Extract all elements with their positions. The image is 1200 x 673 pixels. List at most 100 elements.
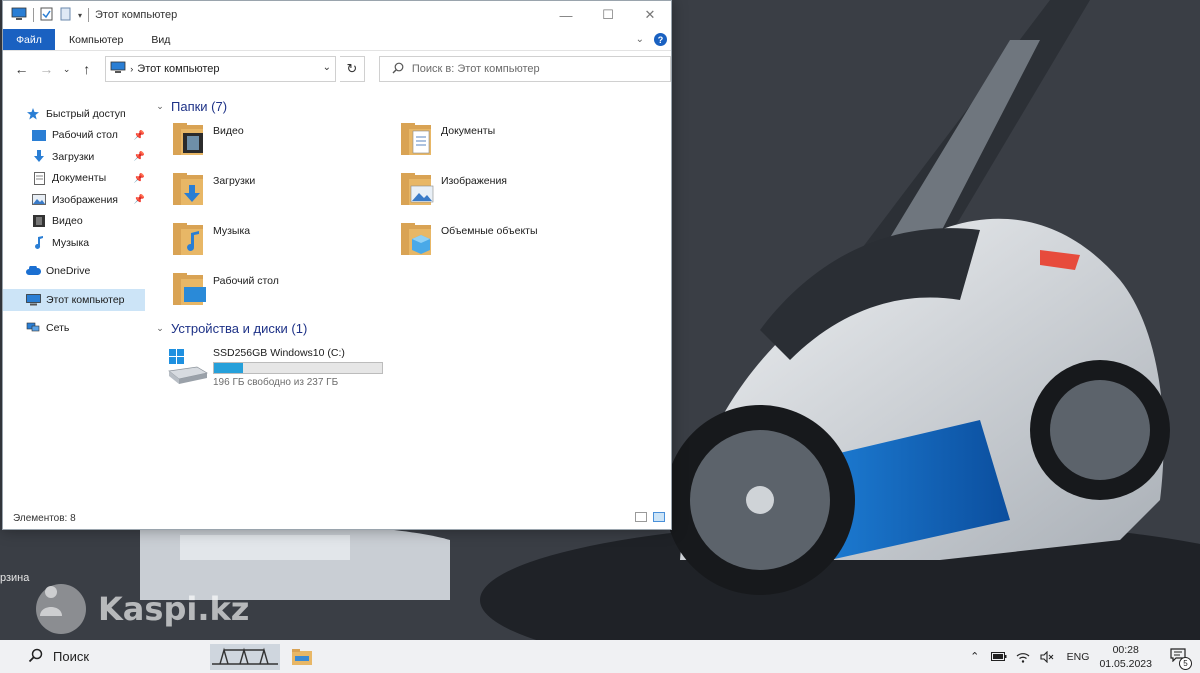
downloads-folder-icon — [173, 173, 203, 205]
folder-documents[interactable]: Документы — [399, 119, 627, 165]
minimize-button[interactable]: — — [545, 1, 587, 29]
folder-3d-objects[interactable]: Объемные объекты — [399, 219, 627, 265]
clock-date: 01.05.2023 — [1099, 657, 1152, 670]
watermark-logo-icon — [36, 584, 86, 634]
cloud-icon — [25, 264, 41, 278]
computer-icon[interactable] — [11, 7, 27, 24]
notification-count-badge: 5 — [1179, 657, 1192, 670]
tab-file[interactable]: Файл — [3, 29, 55, 50]
sidebar-item-pictures[interactable]: Изображения 📌 — [3, 189, 149, 211]
clock[interactable]: 00:28 01.05.2023 — [1099, 643, 1152, 671]
explorer-body: Быстрый доступ Рабочий стол 📌 Загрузки 📌 — [3, 87, 671, 507]
sidebar-item-label: Рабочий стол — [52, 129, 118, 142]
desktop-icon — [31, 128, 47, 142]
sidebar-item-label: Быстрый доступ — [46, 107, 126, 120]
folder-label: Музыка — [213, 225, 251, 237]
new-folder-icon[interactable] — [59, 7, 72, 24]
search-icon — [28, 648, 43, 666]
pin-icon[interactable]: 📌 — [134, 194, 145, 205]
forward-button[interactable]: → — [36, 58, 57, 80]
drive-c[interactable]: SSD256GB Windows10 (C:) 196 ГБ свободно … — [153, 343, 671, 388]
details-view-button[interactable] — [635, 512, 647, 522]
folders-group-header[interactable]: ⌄ Папки (7) — [153, 95, 671, 117]
tab-computer[interactable]: Компьютер — [55, 29, 137, 50]
drive-name: SSD256GB Windows10 (C:) — [213, 347, 345, 359]
sidebar-item-label: Загрузки — [52, 150, 95, 163]
sidebar-item-this-pc[interactable]: Этот компьютер — [3, 289, 145, 311]
view-buttons — [635, 512, 665, 522]
folder-label: Видео — [213, 125, 244, 137]
drive-info: SSD256GB Windows10 (C:) 196 ГБ свободно … — [213, 343, 383, 388]
ribbon-controls: ⌄ ? — [636, 33, 667, 46]
customize-toolbar-chevron-icon[interactable]: ▾ — [78, 11, 82, 20]
tab-view[interactable]: Вид — [137, 29, 184, 50]
sidebar-item-onedrive[interactable]: OneDrive — [3, 261, 149, 283]
back-button[interactable]: ← — [11, 58, 32, 80]
desktop-folder-icon — [173, 273, 206, 305]
recent-locations-chevron-icon[interactable]: ⌄ — [61, 58, 72, 80]
sidebar-item-music[interactable]: Музыка — [3, 232, 149, 254]
star-icon — [25, 107, 41, 121]
folders-group-title: Папки (7) — [171, 98, 228, 114]
folder-label: Документы — [441, 125, 496, 137]
pin-icon[interactable]: 📌 — [134, 173, 145, 184]
sidebar-item-documents[interactable]: Документы 📌 — [3, 168, 149, 190]
navigation-pane: Быстрый доступ Рабочий стол 📌 Загрузки 📌 — [3, 87, 149, 507]
taskbar: Поиск ⌃ ENG 00:28 01.05.2023 5 — [0, 640, 1200, 673]
refresh-button[interactable]: ↻ — [340, 56, 365, 82]
sidebar-item-quick-access[interactable]: Быстрый доступ — [3, 103, 149, 125]
sidebar-item-downloads[interactable]: Загрузки 📌 — [3, 146, 149, 168]
sidebar-item-label: Музыка — [52, 236, 90, 249]
taskbar-search[interactable]: Поиск — [28, 648, 89, 666]
search-box[interactable]: Поиск в: Этот компьютер — [378, 56, 671, 82]
address-text: Этот компьютер — [137, 63, 220, 75]
pin-icon[interactable]: 📌 — [134, 130, 145, 141]
large-icons-view-button[interactable] — [653, 512, 665, 522]
expand-ribbon-chevron-icon[interactable]: ⌄ — [636, 34, 644, 45]
folder-videos[interactable]: Видео — [171, 119, 399, 165]
breadcrumb-chevron-icon[interactable]: › — [130, 64, 133, 74]
collapse-chevron-icon[interactable]: ⌄ — [153, 101, 167, 112]
system-tray: ⌃ ENG 00:28 01.05.2023 5 — [963, 640, 1200, 673]
folder-music[interactable]: Музыка — [171, 219, 399, 265]
window-title: Этот компьютер — [95, 9, 178, 21]
folder-desktop[interactable]: Рабочий стол — [171, 269, 399, 315]
search-placeholder: Поиск в: Этот компьютер — [411, 63, 540, 75]
sidebar-item-videos[interactable]: Видео — [3, 211, 149, 233]
search-icon — [392, 62, 404, 77]
sidebar-item-network[interactable]: Сеть — [3, 318, 149, 340]
input-language-indicator[interactable]: ENG — [1067, 651, 1090, 663]
wifi-icon[interactable] — [1013, 651, 1033, 663]
folder-downloads[interactable]: Загрузки — [171, 169, 399, 215]
folders-grid: Видео Документы Загрузки Изображения Муз… — [153, 119, 671, 315]
devices-group-header[interactable]: ⌄ Устройства и диски (1) — [153, 317, 671, 339]
properties-icon[interactable] — [40, 7, 53, 24]
pin-icon[interactable]: 📌 — [134, 151, 145, 162]
battery-icon[interactable] — [989, 652, 1009, 661]
title-bar[interactable]: ▾ Этот компьютер — ☐ ✕ — [3, 1, 671, 29]
ribbon-tabs: Файл Компьютер Вид ⌄ ? — [3, 29, 671, 51]
watermark-text: Kaspi.kz — [98, 590, 250, 628]
maximize-button[interactable]: ☐ — [587, 1, 629, 29]
up-button[interactable]: ↑ — [76, 58, 97, 80]
show-hidden-icons-chevron-icon[interactable]: ⌃ — [965, 650, 985, 663]
pictures-folder-icon — [401, 173, 434, 205]
folder-label: Загрузки — [213, 175, 256, 187]
desktop-recycle-bin-label[interactable]: рзина — [0, 572, 29, 584]
help-button[interactable]: ? — [654, 33, 667, 46]
navigation-bar: ← → ⌄ ↑ › Этот компьютер ⌄ ↻ Поиск в: Эт… — [3, 51, 671, 87]
close-button[interactable]: ✕ — [629, 1, 671, 29]
collapse-chevron-icon[interactable]: ⌄ — [153, 323, 167, 334]
address-bar[interactable]: › Этот компьютер ⌄ — [105, 56, 337, 82]
notification-center-button[interactable]: 5 — [1170, 648, 1192, 670]
computer-icon — [110, 61, 126, 77]
video-icon — [31, 214, 47, 228]
taskbar-bridge-image-icon[interactable] — [210, 644, 280, 670]
speaker-muted-icon[interactable] — [1037, 650, 1057, 663]
drive-usage-bar — [213, 362, 383, 374]
folder-pictures[interactable]: Изображения — [399, 169, 627, 215]
folder-label: Рабочий стол — [213, 275, 279, 287]
taskbar-file-explorer-icon[interactable] — [290, 644, 314, 670]
address-dropdown-icon[interactable]: ⌄ — [323, 62, 331, 73]
sidebar-item-desktop[interactable]: Рабочий стол 📌 — [3, 125, 149, 147]
